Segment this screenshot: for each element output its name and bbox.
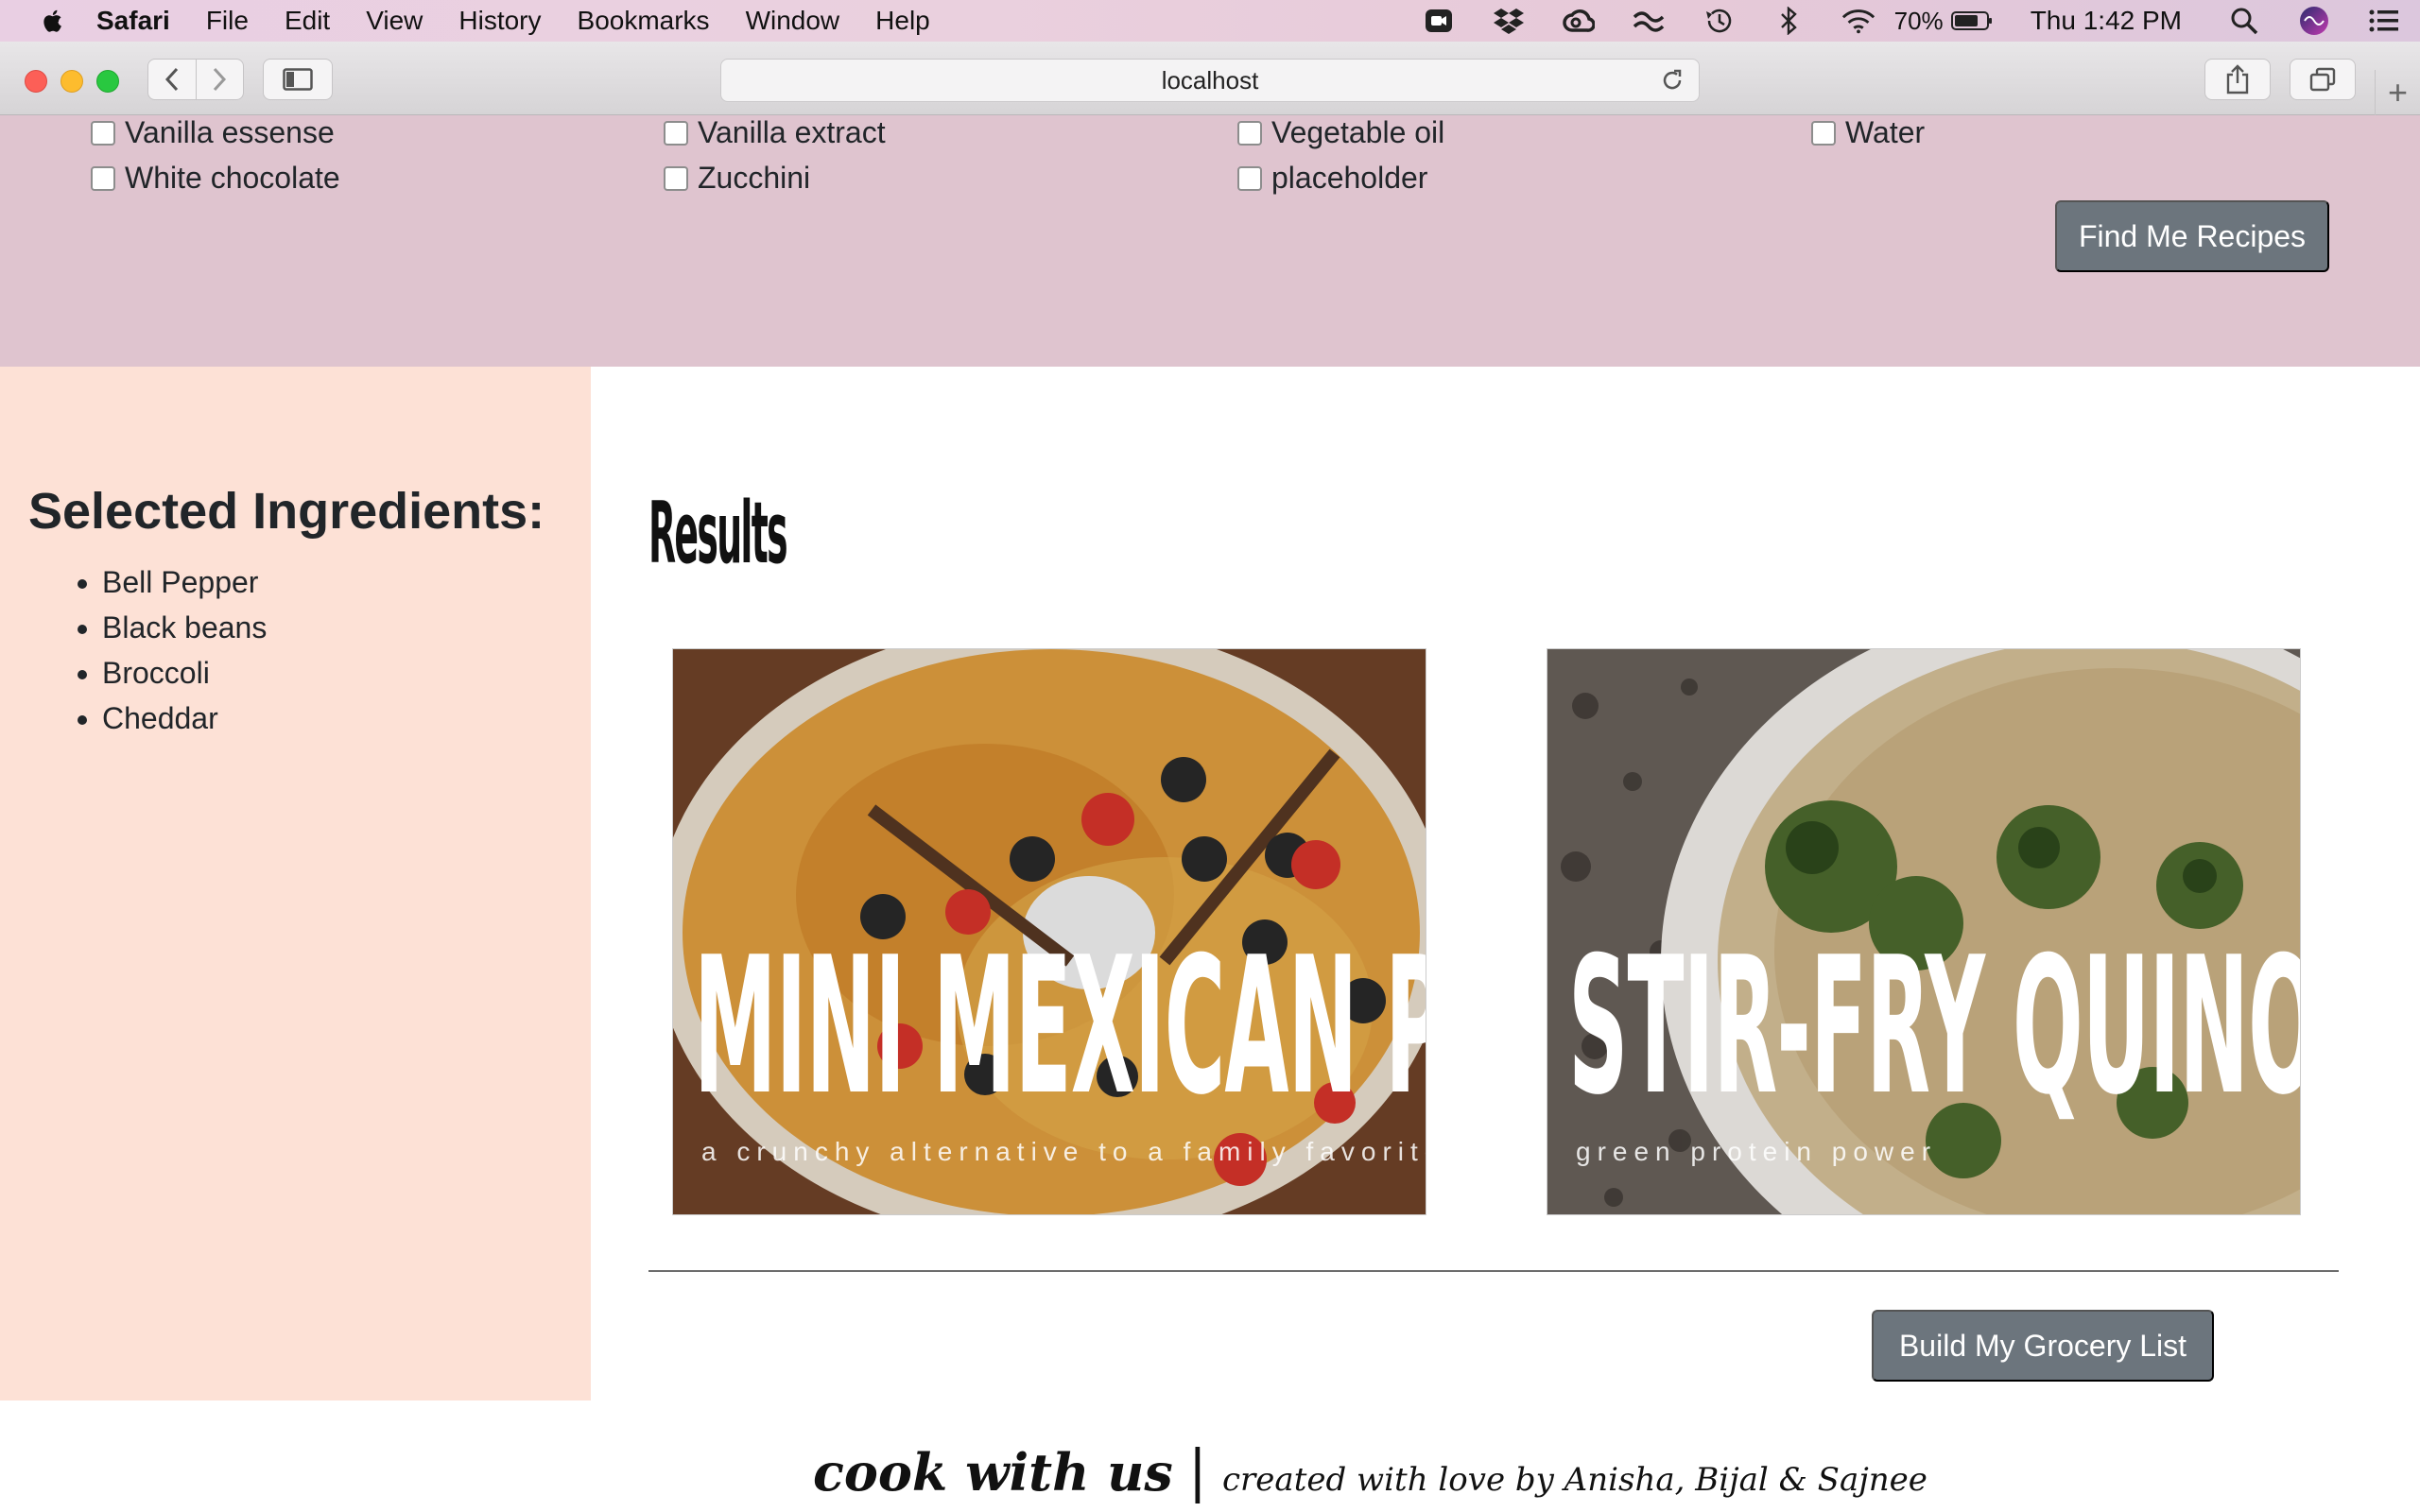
menu-help[interactable]: Help (875, 6, 930, 36)
ingredient-label: Zucchini (698, 161, 811, 195)
tabs-overview-icon (2309, 67, 2336, 92)
ingredient-checkbox-vanilla-extract[interactable]: Vanilla extract (664, 115, 886, 150)
spotlight-search-icon[interactable] (2227, 7, 2261, 35)
find-recipes-button[interactable]: Find Me Recipes (2055, 200, 2329, 272)
menu-safari[interactable]: Safari (96, 6, 170, 36)
list-item: Bell Pepper (102, 559, 267, 605)
footer-brand: cook with us (813, 1442, 1173, 1503)
battery-percent: 70% (1893, 6, 1944, 35)
checkbox[interactable] (1237, 165, 1262, 191)
ingredient-label: placeholder (1271, 161, 1428, 195)
notification-center-icon[interactable] (2367, 7, 2401, 35)
selected-ingredients-title: Selected Ingredients: (28, 483, 545, 540)
menu-window[interactable]: Window (746, 6, 840, 36)
share-icon (2226, 64, 2249, 94)
ingredient-checkbox-vegetable-oil[interactable]: Vegetable oil (1237, 115, 1444, 150)
recipe-card-subtitle: a crunchy alternative to a family favori… (701, 1137, 1426, 1166)
list-item: Black beans (102, 605, 267, 650)
menu-bar: Safari File Edit View History Bookmarks … (0, 0, 2420, 42)
footer-separator: | (1187, 1438, 1208, 1504)
checkbox[interactable] (91, 165, 115, 191)
video-icon[interactable] (1422, 7, 1456, 35)
selected-ingredients-list: Bell Pepper Black beans Broccoli Cheddar (102, 559, 267, 741)
footer-credit: created with love by Anisha, Bijal & Saj… (1222, 1461, 1927, 1499)
menu-file[interactable]: File (206, 6, 249, 36)
sidebar-icon (283, 68, 313, 91)
share-button[interactable] (2204, 59, 2271, 100)
time-machine-icon[interactable] (1702, 7, 1736, 35)
bluetooth-icon[interactable] (1772, 7, 1806, 35)
reload-icon[interactable] (1659, 67, 1685, 94)
checkbox[interactable] (664, 120, 688, 146)
url-text: localhost (1161, 66, 1259, 94)
divider (648, 1270, 2339, 1272)
siri-icon[interactable] (2297, 7, 2331, 35)
selected-ingredients-panel: Selected Ingredients: Bell Pepper Black … (0, 367, 591, 1400)
recipe-card-title: MINI MEXICAN PIZZA (694, 917, 1426, 1137)
list-item: Cheddar (102, 696, 267, 741)
menu-history[interactable]: History (458, 6, 541, 36)
forward-button[interactable] (196, 60, 243, 99)
footer: cook with us | created with love by Anisha… (0, 1400, 2420, 1512)
ingredient-checkbox-zucchini[interactable]: Zucchini (664, 161, 810, 196)
new-tab-button[interactable]: + (2375, 70, 2420, 115)
creative-cloud-icon[interactable] (1562, 7, 1596, 35)
ingredient-label: Water (1845, 115, 1926, 149)
sidebar-toggle-button[interactable] (263, 59, 333, 100)
results-title: Results (648, 484, 788, 583)
fullscreen-window-button[interactable] (96, 70, 119, 93)
list-item: Broccoli (102, 650, 267, 696)
footer-text: cook with us | created with love by Anisha… (813, 1438, 1927, 1504)
recipe-card-stir-fry-quinoa[interactable]: STIR-FRY QUINOA green protein power (1547, 648, 2301, 1215)
plus-icon: + (2387, 73, 2409, 112)
ingredient-label: White chocolate (125, 161, 340, 195)
ingredient-checkbox-water[interactable]: Water (1811, 115, 1925, 150)
ingredient-label: Vegetable oil (1271, 115, 1445, 149)
show-tabs-button[interactable] (2290, 59, 2356, 100)
menu-bookmarks[interactable]: Bookmarks (578, 6, 710, 36)
checkbox[interactable] (91, 120, 115, 146)
wifi-icon[interactable] (1841, 7, 1876, 35)
browser-toolbar: localhost (0, 42, 2420, 115)
checkbox[interactable] (664, 165, 688, 191)
recipe-card-subtitle: green protein power (1576, 1137, 1938, 1166)
navigation-buttons (147, 59, 244, 100)
ingredient-label: Vanilla extract (698, 115, 886, 149)
apple-icon[interactable] (38, 6, 68, 36)
menubar-clock[interactable]: Thu 1:42 PM (2031, 6, 2182, 36)
ingredient-checklist: Vanilla essense Vanilla extract Vegetabl… (0, 115, 2420, 367)
build-grocery-list-button[interactable]: Build My Grocery List (1872, 1310, 2214, 1382)
menu-view[interactable]: View (366, 6, 423, 36)
chevron-right-icon (214, 67, 227, 92)
back-button[interactable] (148, 60, 196, 99)
checkbox[interactable] (1237, 120, 1262, 146)
recipe-card-title: STIR-FRY QUINOA (1568, 917, 2301, 1137)
menu-edit[interactable]: Edit (285, 6, 330, 36)
minimize-window-button[interactable] (60, 70, 83, 93)
chevron-left-icon (164, 67, 178, 92)
recipe-card-mini-mexican-pizza[interactable]: MINI MEXICAN PIZZA a crunchy alternative… (672, 648, 1426, 1215)
ingredient-checkbox-vanilla-essense[interactable]: Vanilla essense (91, 115, 335, 150)
address-bar[interactable]: localhost (720, 59, 1700, 102)
close-window-button[interactable] (25, 70, 47, 93)
dropbox-icon[interactable] (1492, 7, 1526, 35)
ingredient-checkbox-placeholder[interactable]: placeholder (1237, 161, 1427, 196)
wave-icon[interactable] (1632, 7, 1666, 35)
battery-icon[interactable] (1950, 7, 1993, 35)
ingredient-label: Vanilla essense (125, 115, 335, 149)
checkbox[interactable] (1811, 120, 1836, 146)
web-page: Vanilla essense Vanilla extract Vegetabl… (0, 115, 2420, 1512)
ingredient-checkbox-white-chocolate[interactable]: White chocolate (91, 161, 340, 196)
